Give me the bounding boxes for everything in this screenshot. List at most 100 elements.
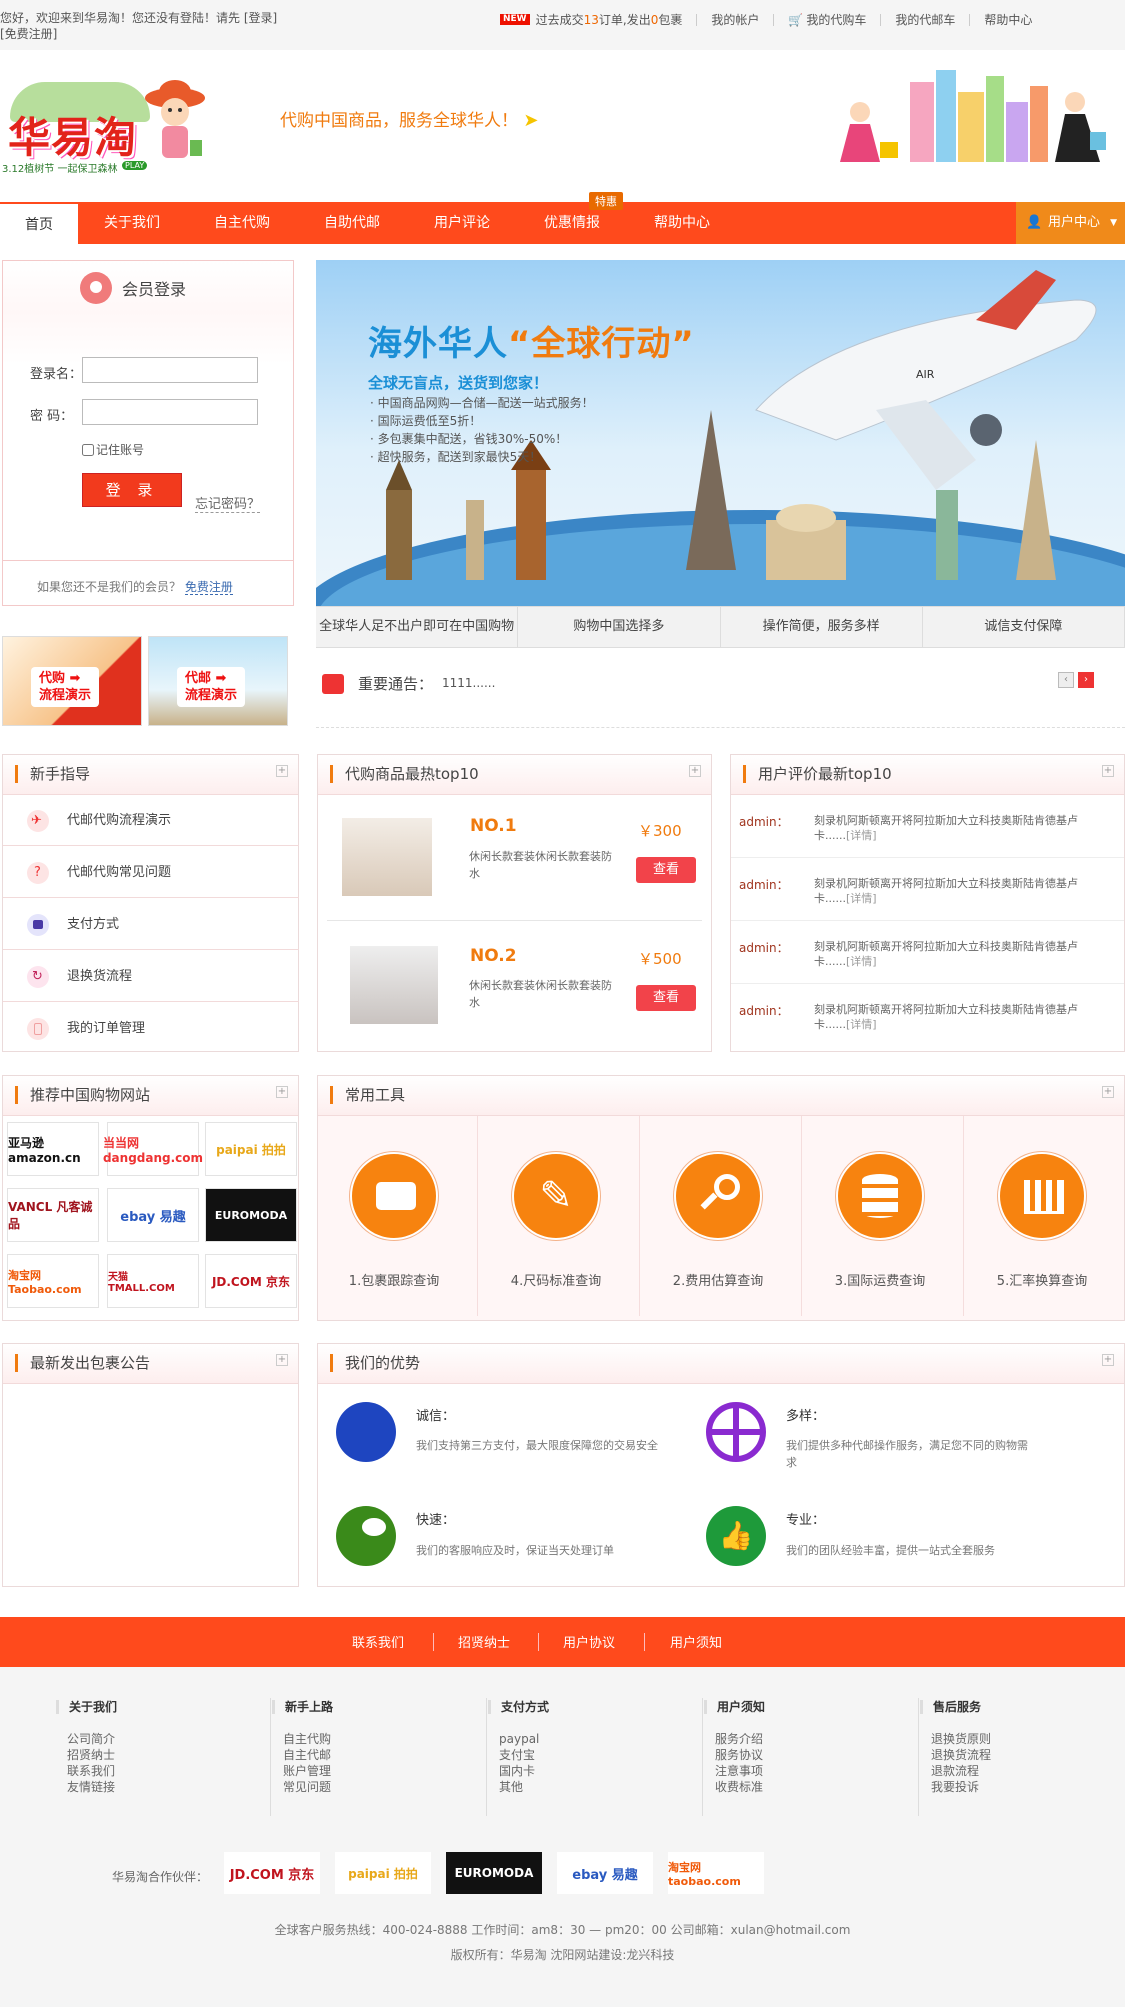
paper-plane-icon: ➤	[523, 110, 539, 131]
remember-checkbox[interactable]	[82, 443, 94, 456]
footer-col-item[interactable]: 招贤纳士	[67, 1747, 115, 1763]
notice-next-button[interactable]: ›	[1078, 672, 1094, 688]
footer-col-item[interactable]: 支付宝	[499, 1747, 535, 1763]
euromoda-logo[interactable]: EUROMODA	[205, 1188, 297, 1242]
site-slogan: 代购中国商品，服务全球华人！ ➤	[280, 110, 539, 131]
partner-euromoda-logo[interactable]: EUROMODA	[446, 1852, 542, 1894]
footer-col-item[interactable]: 账户管理	[283, 1763, 331, 1779]
tools-toggle-button[interactable]: +	[1102, 1086, 1114, 1098]
login-button[interactable]: 登 录	[82, 473, 182, 507]
help-center-link[interactable]: 帮助中心	[984, 11, 1032, 28]
site-logo[interactable]: 华易淘	[8, 104, 137, 165]
product-desc[interactable]: 休闲长款套装休闲长款套装防水	[469, 977, 619, 1011]
product-desc[interactable]: 休闲长款套装休闲长款套装防水	[469, 848, 619, 882]
footer-col-item[interactable]: 服务介绍	[715, 1731, 763, 1747]
footer-col-item[interactable]: paypal	[499, 1731, 539, 1747]
tool-size-lookup[interactable]: ✎ 4.尺码标准查询	[480, 1116, 640, 1316]
footer-agreement-link[interactable]: 用户协议	[563, 1632, 615, 1651]
partner-paipai-logo[interactable]: paipai 拍拍	[335, 1852, 431, 1894]
partner-jd-logo[interactable]: JD.COM 京东	[224, 1852, 320, 1894]
logo-play-badge[interactable]: PLAY	[122, 161, 148, 170]
partner-taobao-logo[interactable]: 淘宝网 taobao.com	[668, 1852, 764, 1894]
footer-col-item[interactable]: 其他	[499, 1779, 523, 1795]
jd-logo[interactable]: JD.COM 京东	[205, 1254, 297, 1308]
dangdang-logo[interactable]: 当当网 dangdang.com	[103, 1122, 203, 1176]
footer-col-item[interactable]: 退换货原则	[931, 1731, 991, 1747]
notice-prev-button[interactable]: ‹	[1058, 672, 1074, 688]
footer-col-item[interactable]: 退换货流程	[931, 1747, 991, 1763]
banner-tab[interactable]: 全球华人足不出户即可在中国购物	[316, 607, 519, 647]
main-nav: 首页 关于我们 自主代购 自助代邮 用户评论 优惠情报 帮助中心	[0, 202, 1125, 244]
footer-col-item[interactable]: 自主代邮	[283, 1747, 331, 1763]
guide-item[interactable]: 支付方式	[3, 899, 299, 950]
review-item[interactable]: admin： 刻录机阿斯顿离开将阿拉斯加大立科技奥斯陆肯德基卢卡......[详情…	[731, 858, 1124, 921]
product-image[interactable]	[342, 818, 432, 896]
tool-exchange-rate[interactable]: 5.汇率换算查询	[966, 1116, 1125, 1316]
shops-toggle-button[interactable]: +	[276, 1086, 288, 1098]
tool-cost-estimate[interactable]: 2.费用估算查询	[642, 1116, 802, 1316]
chat-icon	[336, 1506, 396, 1566]
guide-item[interactable]: 我的订单管理	[3, 1003, 299, 1054]
tool-package-tracking[interactable]: 1.包裹跟踪查询	[318, 1116, 478, 1316]
footer-notice-link[interactable]: 用户须知	[670, 1632, 722, 1651]
notice-text[interactable]: 1111......	[442, 676, 495, 690]
product-image[interactable]	[350, 946, 438, 1024]
footer-col-item[interactable]: 退款流程	[931, 1763, 979, 1779]
footer-col-item[interactable]: 常见问题	[283, 1779, 331, 1795]
footer-col-item[interactable]: 自主代购	[283, 1731, 331, 1747]
user-center-dropdown[interactable]: 👤 用户中心 ▼	[1016, 202, 1125, 244]
remember-checkbox-row[interactable]: 记住账号	[82, 441, 144, 458]
my-ship-cart-link[interactable]: 我的代邮车	[895, 11, 955, 28]
forgot-password-link[interactable]: 忘记密码？	[195, 493, 261, 513]
footer-col-item[interactable]: 联系我们	[67, 1763, 115, 1779]
my-cart-link[interactable]: 我的代购车	[806, 11, 866, 28]
ebay-logo[interactable]: ebay 易趣	[107, 1188, 199, 1242]
review-item[interactable]: admin： 刻录机阿斯顿离开将阿拉斯加大立科技奥斯陆肯德基卢卡......[详情…	[731, 921, 1124, 984]
vancl-logo[interactable]: VANCL 凡客诚品	[7, 1188, 99, 1242]
guide-toggle-button[interactable]: +	[276, 765, 288, 777]
footer-contact-link[interactable]: 联系我们	[352, 1632, 404, 1651]
view-product-button[interactable]: 查看	[636, 857, 696, 883]
footer-col-item[interactable]: 公司简介	[67, 1731, 115, 1747]
nav-self-purchase[interactable]: 自主代购	[196, 202, 288, 244]
taobao-logo[interactable]: 淘宝网 Taobao.com	[7, 1254, 99, 1308]
password-input[interactable]	[82, 399, 258, 425]
footer-col-item[interactable]: 我要投诉	[931, 1779, 979, 1795]
advantages-toggle-button[interactable]: +	[1102, 1354, 1114, 1366]
welcome-register-link[interactable]: [免费注册]	[0, 26, 300, 42]
top10-toggle-button[interactable]: +	[689, 765, 701, 777]
welcome-login-line[interactable]: 您好，欢迎来到华易淘！您还没有登陆！请先 [登录]	[0, 10, 300, 26]
my-account-link[interactable]: 我的帐户	[711, 11, 759, 28]
nav-about[interactable]: 关于我们	[86, 202, 178, 244]
ship-demo-tile[interactable]: 代邮 ➡ 流程演示	[148, 636, 288, 726]
tool-shipping-cost[interactable]: 3.国际运费查询	[804, 1116, 964, 1316]
footer-col-item[interactable]: 注意事项	[715, 1763, 763, 1779]
footer-col-item[interactable]: 国内卡	[499, 1763, 535, 1779]
view-product-button[interactable]: 查看	[636, 985, 696, 1011]
nav-self-ship[interactable]: 自助代邮	[306, 202, 398, 244]
footer-col-item[interactable]: 友情链接	[67, 1779, 115, 1795]
banner-tab[interactable]: 购物中国选择多	[518, 607, 721, 647]
register-link[interactable]: 免费注册	[184, 580, 233, 595]
footer-col-item[interactable]: 服务协议	[715, 1747, 763, 1763]
nav-reviews[interactable]: 用户评论	[416, 202, 508, 244]
guide-item[interactable]: ↻ 退换货流程	[3, 951, 299, 1002]
nav-home[interactable]: 首页	[0, 202, 78, 244]
amazon-logo[interactable]: 亚马逊 amazon.cn	[7, 1122, 99, 1176]
tmall-logo[interactable]: 天猫 TMALL.COM	[107, 1254, 199, 1308]
nav-help[interactable]: 帮助中心	[636, 202, 728, 244]
banner-tab[interactable]: 操作简便，服务多样	[721, 607, 923, 647]
reviews-toggle-button[interactable]: +	[1102, 765, 1114, 777]
guide-item[interactable]: ✈ 代邮代购流程演示	[3, 795, 299, 846]
footer-col-item[interactable]: 收费标准	[715, 1779, 763, 1795]
banner-tab[interactable]: 诚信支付保障	[923, 607, 1125, 647]
paipai-logo[interactable]: paipai 拍拍	[205, 1122, 297, 1176]
partner-ebay-logo[interactable]: ebay 易趣	[557, 1852, 653, 1894]
username-input[interactable]	[82, 357, 258, 383]
review-item[interactable]: admin： 刻录机阿斯顿离开将阿拉斯加大立科技奥斯陆肯德基卢卡......[详情…	[731, 984, 1124, 1047]
packages-toggle-button[interactable]: +	[276, 1354, 288, 1366]
purchase-demo-tile[interactable]: 代购 ➡ 流程演示	[2, 636, 142, 726]
guide-item[interactable]: ? 代邮代购常见问题	[3, 847, 299, 898]
review-item[interactable]: admin： 刻录机阿斯顿离开将阿拉斯加大立科技奥斯陆肯德基卢卡......[详情…	[731, 795, 1124, 858]
footer-jobs-link[interactable]: 招贤纳士	[458, 1632, 510, 1651]
